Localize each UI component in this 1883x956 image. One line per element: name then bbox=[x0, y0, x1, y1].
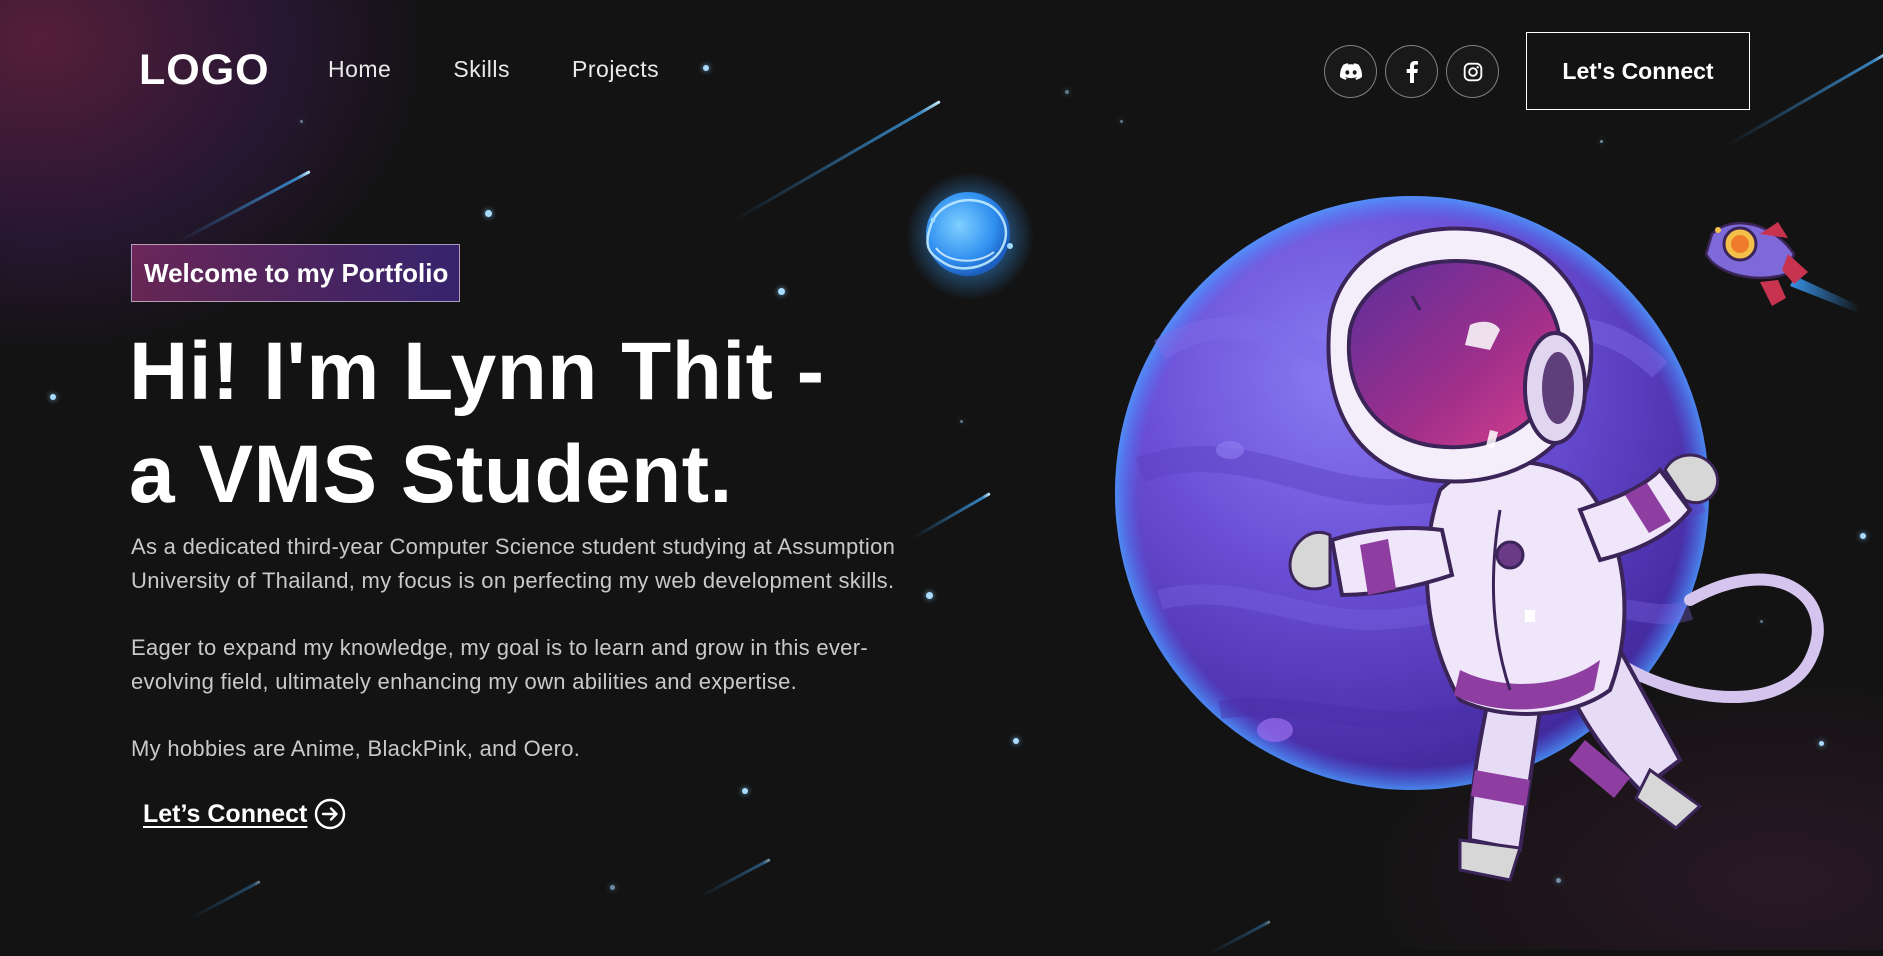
hero-title: Hi! I'm Lynn Thit - a VMS Student. bbox=[129, 320, 1029, 526]
arrow-right-circle-icon bbox=[314, 798, 346, 830]
star bbox=[778, 288, 785, 295]
star bbox=[485, 210, 492, 217]
paragraph-line: As a dedicated third-year Computer Scien… bbox=[131, 534, 896, 559]
social-icons bbox=[1324, 45, 1499, 98]
paragraph-line: evolving field, ultimately enhancing my … bbox=[131, 669, 798, 694]
paragraph-line: Eager to expand my knowledge, my goal is… bbox=[131, 635, 868, 660]
star bbox=[50, 394, 56, 400]
blue-planet-icon bbox=[906, 172, 1034, 300]
nav-links: Home Skills Projects bbox=[328, 56, 721, 83]
facebook-button[interactable] bbox=[1385, 45, 1438, 98]
hero-title-line: a VMS Student. bbox=[129, 429, 733, 520]
instagram-button[interactable] bbox=[1446, 45, 1499, 98]
intro-paragraph: As a dedicated third-year Computer Scien… bbox=[131, 530, 1031, 598]
instagram-icon bbox=[1463, 62, 1482, 81]
nav-link-skills[interactable]: Skills bbox=[453, 56, 510, 83]
goal-paragraph: Eager to expand my knowledge, my goal is… bbox=[131, 631, 1031, 699]
paragraph-line: My hobbies are Anime, BlackPink, and Oer… bbox=[131, 736, 581, 761]
nav-link-home[interactable]: Home bbox=[328, 56, 391, 83]
hobbies-paragraph: My hobbies are Anime, BlackPink, and Oer… bbox=[131, 732, 1031, 766]
paragraph-line: University of Thailand, my focus is on p… bbox=[131, 568, 895, 593]
discord-button[interactable] bbox=[1324, 45, 1377, 98]
nav-link-projects[interactable]: Projects bbox=[572, 56, 659, 83]
connect-button[interactable]: Let's Connect bbox=[1526, 32, 1750, 110]
discord-icon bbox=[1339, 63, 1362, 80]
star bbox=[742, 788, 748, 794]
navbar: LOGO Home Skills Projects Let's Connect bbox=[0, 0, 1883, 142]
hero-connect-label: Let’s Connect bbox=[143, 799, 308, 828]
hero-connect-link[interactable]: Let’s Connect bbox=[143, 798, 346, 830]
star bbox=[610, 885, 615, 890]
hero-title-line: Hi! I'm Lynn Thit - bbox=[129, 326, 825, 417]
rocket-icon bbox=[1704, 221, 1860, 312]
tagline: Welcome to my Portfolio bbox=[131, 244, 460, 302]
logo[interactable]: LOGO bbox=[139, 46, 270, 95]
facebook-icon bbox=[1406, 60, 1418, 83]
